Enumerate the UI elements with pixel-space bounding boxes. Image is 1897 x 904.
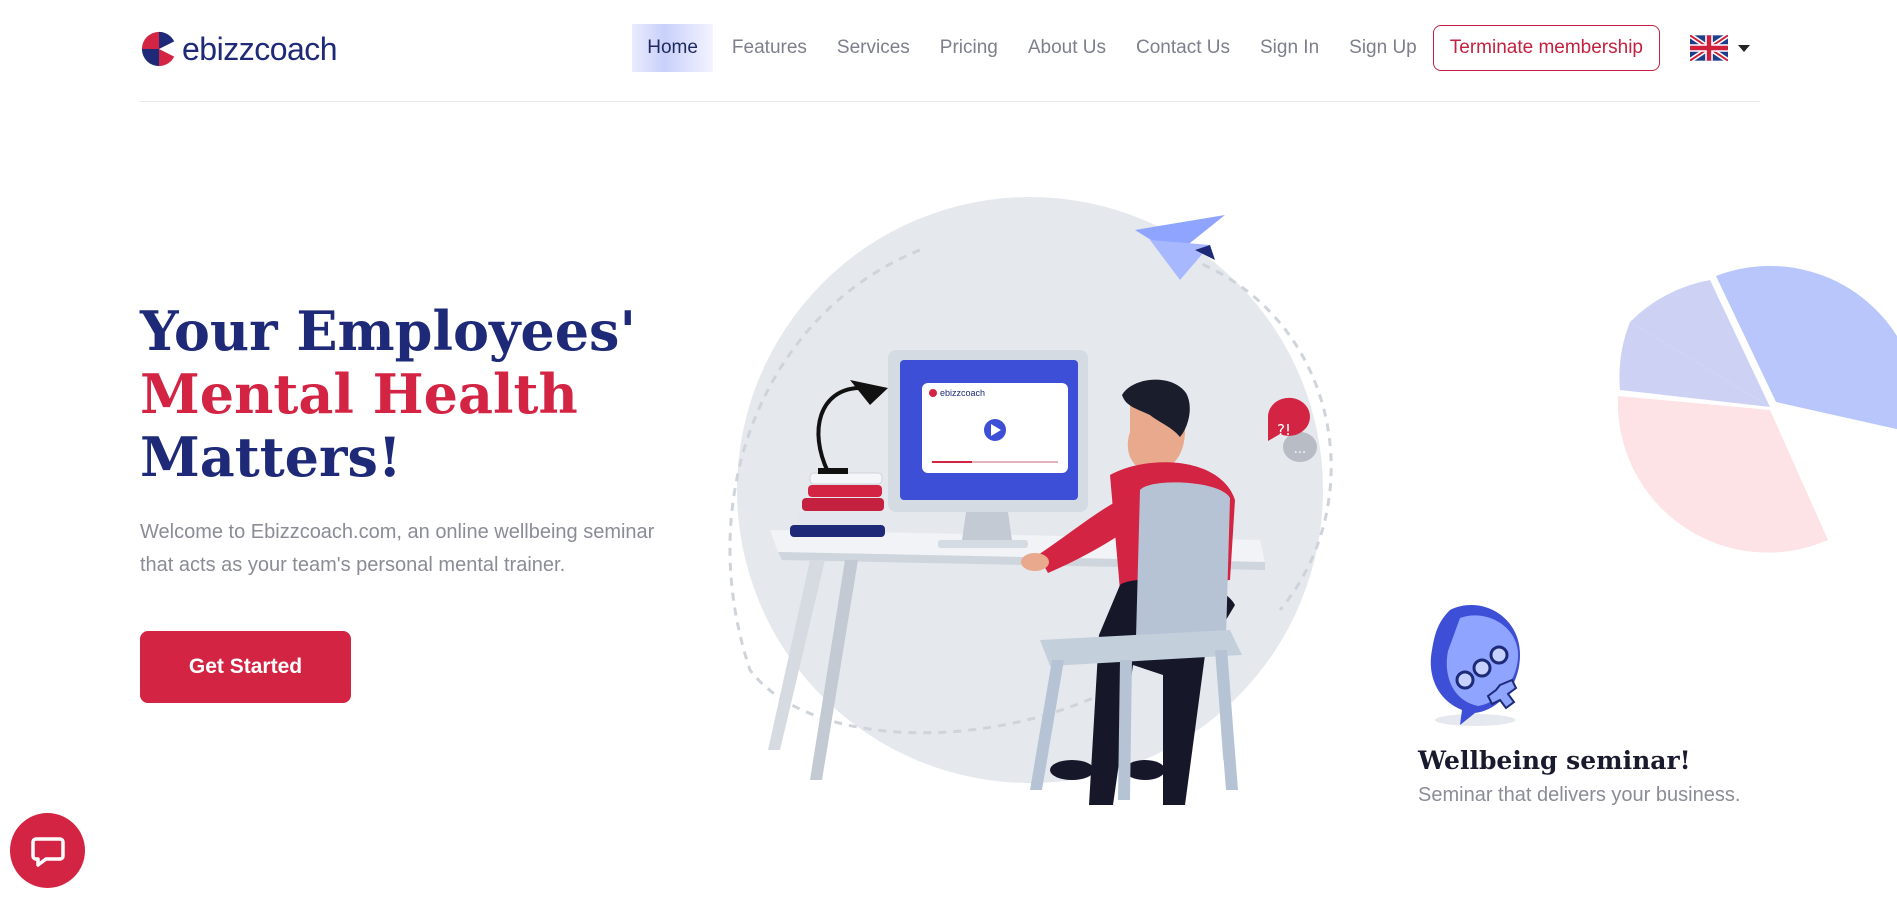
feature-subtitle: Seminar that delivers your business. xyxy=(1418,784,1741,806)
hero-description: Welcome to Ebizzcoach.com, an online wel… xyxy=(140,521,655,576)
chat-widget-button[interactable] xyxy=(10,813,85,888)
hero-title-line1: Your Employees' xyxy=(140,299,636,363)
language-selector[interactable] xyxy=(1690,35,1750,61)
get-started-button[interactable]: Get Started xyxy=(140,631,351,703)
pie-decoration xyxy=(1617,265,1897,553)
hero-title-line3: Matters! xyxy=(140,425,402,489)
svg-text:...: ... xyxy=(1294,442,1306,457)
chevron-down-icon xyxy=(1738,44,1750,52)
svg-text:ebizzcoach: ebizzcoach xyxy=(940,388,985,398)
nav-contact-us[interactable]: Contact Us xyxy=(1121,24,1245,72)
brand-name: ebizzcoach xyxy=(182,30,338,67)
nav-about-us[interactable]: About Us xyxy=(1013,24,1121,72)
nav-home[interactable]: Home xyxy=(632,24,713,72)
nav-services[interactable]: Services xyxy=(822,24,925,72)
main-menu: Home Features Services Pricing About Us … xyxy=(632,24,1760,72)
uk-flag-icon xyxy=(1690,35,1728,61)
nav-sign-in[interactable]: Sign In xyxy=(1245,24,1334,72)
chat-bubble-icon xyxy=(30,836,65,867)
nav-sign-up[interactable]: Sign Up xyxy=(1334,24,1432,72)
hero-title: Your Employees' Mental Health Matters! xyxy=(140,300,636,489)
navbar: ebizzcoach Home Features Services Pricin… xyxy=(140,0,1760,102)
logo-mark-icon xyxy=(141,31,175,67)
chat-dots-feature-icon xyxy=(1430,605,1520,726)
terminate-membership-button[interactable]: Terminate membership xyxy=(1432,25,1660,71)
hero-title-line2: Mental Health xyxy=(140,362,578,426)
brand-logo[interactable]: ebizzcoach xyxy=(140,30,338,68)
svg-text:?!: ?! xyxy=(1277,421,1291,439)
feature-title: Wellbeing seminar! xyxy=(1418,746,1691,775)
nav-features[interactable]: Features xyxy=(717,24,822,72)
nav-pricing[interactable]: Pricing xyxy=(925,24,1013,72)
hero-illustration: ... ?! ebizzcoach xyxy=(728,197,1333,805)
